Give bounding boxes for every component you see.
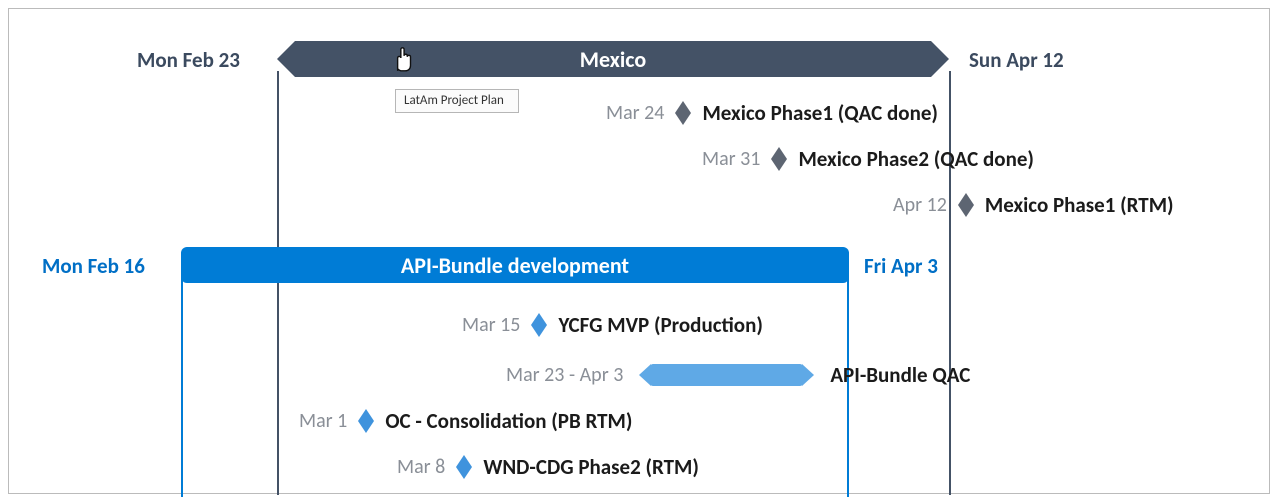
api-qac-subbar[interactable]	[650, 364, 803, 386]
milestone-date: Mar 8	[397, 455, 445, 479]
diamond-icon	[455, 453, 473, 481]
milestone-date: Apr 12	[893, 193, 947, 217]
tooltip-text: LatAm Project Plan	[404, 93, 504, 108]
diamond-icon	[674, 99, 692, 127]
diamond-icon	[957, 191, 975, 219]
timeline-canvas: Mon Feb 23 Sun Apr 12 Mexico LatAm Proje…	[8, 8, 1270, 494]
mexico-start-label: Mon Feb 23	[137, 47, 240, 73]
api-bar-title: API-Bundle development	[401, 252, 629, 279]
api-start-label: Mon Feb 16	[42, 253, 145, 279]
milestone-title: Mexico Phase1 (RTM)	[985, 192, 1174, 218]
milestone-date: Mar 24	[606, 101, 664, 125]
mexico-start-line	[277, 71, 279, 495]
milestone-row: Apr 12 Mexico Phase1 (RTM)	[893, 191, 1174, 219]
milestone-title: WND-CDG Phase2 (RTM)	[483, 454, 699, 480]
milestone-row: Mar 31 Mexico Phase2 (QAC done)	[702, 145, 1034, 173]
tooltip: LatAm Project Plan	[395, 89, 519, 113]
pointer-cursor-icon	[390, 43, 416, 73]
subbar-row: Mar 23 - Apr 3 API-Bundle QAC	[506, 362, 970, 388]
milestone-title: Mexico Phase1 (QAC done)	[702, 100, 938, 126]
mexico-end-line	[949, 71, 951, 495]
milestone-row: Mar 1 OC - Consolidation (PB RTM)	[299, 407, 632, 435]
diamond-icon	[530, 311, 548, 339]
mexico-bar-title: Mexico	[580, 46, 646, 73]
api-start-line	[181, 277, 183, 497]
api-end-label: Fri Apr 3	[864, 253, 938, 279]
mexico-end-label: Sun Apr 12	[969, 47, 1064, 73]
diamond-icon	[770, 145, 788, 173]
diamond-icon	[357, 407, 375, 435]
milestone-date: Mar 1	[299, 409, 347, 433]
milestone-title: Mexico Phase2 (QAC done)	[798, 146, 1034, 172]
milestone-row: Mar 24 Mexico Phase1 (QAC done)	[606, 99, 938, 127]
milestone-row: Mar 8 WND-CDG Phase2 (RTM)	[397, 453, 699, 481]
subbar-date: Mar 23 - Apr 3	[506, 363, 623, 387]
milestone-title: YCFG MVP (Production)	[558, 312, 762, 338]
subbar-title: API-Bundle QAC	[830, 362, 970, 388]
milestone-date: Mar 31	[702, 147, 760, 171]
milestone-date: Mar 15	[462, 313, 520, 337]
api-bar[interactable]: API-Bundle development	[181, 247, 849, 283]
milestone-row: Mar 15 YCFG MVP (Production)	[462, 311, 763, 339]
milestone-title: OC - Consolidation (PB RTM)	[385, 408, 632, 434]
